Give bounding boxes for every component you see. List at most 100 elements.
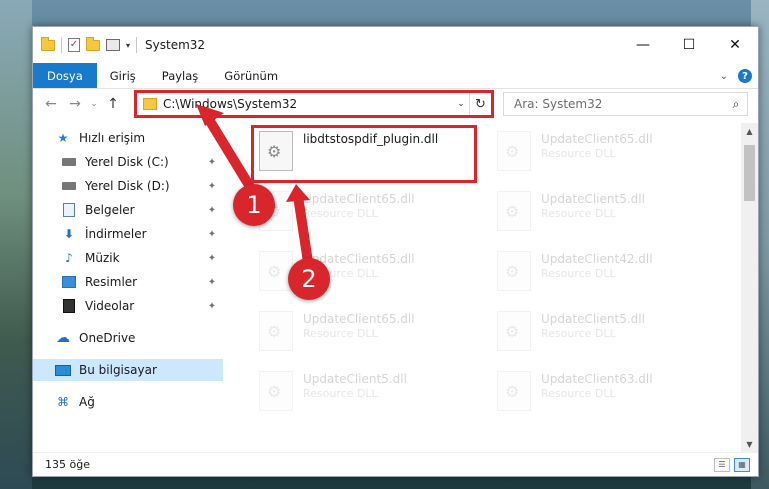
up-button[interactable]: ↑ xyxy=(101,96,125,112)
scroll-down-button[interactable]: ▼ xyxy=(741,436,758,453)
sidebar-item-label: OneDrive xyxy=(79,331,136,345)
tab-file[interactable]: Dosya xyxy=(33,63,97,88)
drive-icon xyxy=(61,155,77,169)
sidebar-item-label: Videolar xyxy=(85,299,135,313)
file-item[interactable]: UpdateClient5.dllResource DLL xyxy=(497,311,645,351)
large-icons-view-icon[interactable]: ▦ xyxy=(734,457,750,472)
file-item[interactable]: UpdateClient65.dllResource DLL xyxy=(259,191,415,231)
desktop-background-left xyxy=(0,0,32,489)
ribbon-right: ⌄ ? xyxy=(720,63,752,89)
file-type: Resource DLL xyxy=(303,207,378,220)
file-item[interactable]: UpdateClient42.dllResource DLL xyxy=(497,251,653,291)
scroll-up-button[interactable]: ▲ xyxy=(741,123,758,140)
navigation-bar: ← → ⌄ ↑ C:\Windows\System32 ⌄ ↻ Ara: Sys… xyxy=(33,89,758,119)
close-button[interactable]: ✕ xyxy=(712,27,758,63)
window-controls: — ☐ ✕ xyxy=(620,27,758,63)
window-title: System32 xyxy=(145,38,206,52)
status-bar: 135 öğe ☰ ▦ xyxy=(33,452,758,476)
sidebar-item-pictures[interactable]: Resimler ✦ xyxy=(33,271,223,293)
sidebar-item-local-disk-d[interactable]: Yerel Disk (D:) ✦ xyxy=(33,175,223,197)
sidebar-item-this-pc[interactable]: Bu bilgisayar xyxy=(33,359,223,381)
sidebar-item-network[interactable]: ⌘ Ağ xyxy=(33,391,223,413)
file-name: UpdateClient5.dll xyxy=(303,372,407,386)
search-input[interactable]: Ara: System32 xyxy=(514,97,725,111)
pin-icon[interactable]: ✦ xyxy=(201,229,223,240)
cloud-icon: ☁ xyxy=(56,330,70,346)
computer-icon xyxy=(55,363,71,377)
forward-button[interactable]: → xyxy=(63,96,87,112)
sidebar-item-music[interactable]: ♪ Müzik ✦ xyxy=(33,247,223,269)
search-icon[interactable]: ⌕ xyxy=(725,97,747,112)
file-type: Resource DLL xyxy=(541,327,616,340)
file-item-highlighted[interactable]: libdtstospdif_plugin.dll xyxy=(259,131,438,171)
pin-icon[interactable]: ✦ xyxy=(201,205,223,216)
minimize-button[interactable]: — xyxy=(620,27,666,63)
file-type: Resource DLL xyxy=(541,147,616,160)
sidebar-item-label: Müzik xyxy=(85,251,120,265)
explorer-window: ✓ ▾ System32 — ☐ ✕ Dosya Giriş Paylaş Gö… xyxy=(32,26,759,477)
sidebar-item-label: Yerel Disk (C:) xyxy=(85,155,169,169)
file-item[interactable]: UpdateClient65.dllResource DLL xyxy=(259,311,415,351)
new-folder-icon[interactable] xyxy=(86,36,100,51)
dll-file-icon xyxy=(497,311,531,351)
sidebar-item-label: Ağ xyxy=(79,395,95,409)
properties-check-icon[interactable]: ✓ xyxy=(68,38,80,52)
sidebar-item-downloads[interactable]: ⬇ İndirmeler ✦ xyxy=(33,223,223,245)
refresh-button[interactable]: ↻ xyxy=(469,93,491,115)
view-switcher: ☰ ▦ xyxy=(714,457,750,472)
file-type: Resource DLL xyxy=(303,387,378,400)
videos-icon xyxy=(61,299,77,313)
sidebar-item-label: İndirmeler xyxy=(85,227,147,241)
step-2-badge: 2 xyxy=(288,258,330,300)
file-name: UpdateClient65.dll xyxy=(541,132,653,146)
sidebar-item-quick-access[interactable]: ★ Hızlı erişim xyxy=(33,127,223,149)
details-view-icon[interactable]: ☰ xyxy=(714,457,730,472)
pin-icon[interactable]: ✦ xyxy=(201,301,223,312)
pin-icon[interactable]: ✦ xyxy=(201,157,223,168)
pin-icon[interactable]: ✦ xyxy=(201,181,223,192)
sidebar-item-documents[interactable]: Belgeler ✦ xyxy=(33,199,223,221)
dll-file-icon xyxy=(259,371,293,411)
sidebar-item-label: Bu bilgisayar xyxy=(79,363,157,377)
properties-icon[interactable] xyxy=(106,39,120,51)
customize-toolbar-icon[interactable]: ▾ xyxy=(126,41,130,50)
download-icon: ⬇ xyxy=(63,227,75,241)
back-button[interactable]: ← xyxy=(39,96,63,112)
pin-icon[interactable]: ✦ xyxy=(201,277,223,288)
ribbon-tabs: Dosya Giriş Paylaş Görünüm ⌄ ? xyxy=(33,63,758,89)
sidebar-item-videos[interactable]: Videolar ✦ xyxy=(33,295,223,317)
pin-icon[interactable]: ✦ xyxy=(201,253,223,264)
address-path[interactable]: C:\Windows\System32 xyxy=(163,97,453,111)
sidebar-item-local-disk-c[interactable]: Yerel Disk (C:) ✦ xyxy=(33,151,223,173)
scroll-thumb[interactable] xyxy=(744,145,755,201)
file-item[interactable]: UpdateClient5.dllResource DLL xyxy=(497,191,645,231)
file-name: UpdateClient5.dll xyxy=(541,192,645,206)
sidebar-item-onedrive[interactable]: ☁ OneDrive xyxy=(33,327,223,349)
divider xyxy=(61,37,62,53)
file-item[interactable]: UpdateClient65.dllResource DLL xyxy=(497,131,653,171)
folder-icon xyxy=(41,36,55,51)
help-icon[interactable]: ? xyxy=(738,69,752,83)
file-item[interactable]: UpdateClient65.dllResource DLL xyxy=(259,251,415,291)
tab-home[interactable]: Giriş xyxy=(97,63,149,88)
step-1-badge: 1 xyxy=(233,184,275,226)
address-bar[interactable]: C:\Windows\System32 ⌄ ↻ xyxy=(136,92,492,116)
maximize-button[interactable]: ☐ xyxy=(666,27,712,63)
file-item[interactable]: UpdateClient5.dllResource DLL xyxy=(259,371,407,411)
dll-file-icon xyxy=(497,131,531,171)
expand-ribbon-icon[interactable]: ⌄ xyxy=(720,71,728,82)
tab-view[interactable]: Görünüm xyxy=(211,63,291,88)
sidebar-item-label: Resimler xyxy=(85,275,138,289)
documents-icon xyxy=(61,203,77,217)
vertical-scrollbar[interactable]: ▲ ▼ xyxy=(741,123,758,453)
tab-share[interactable]: Paylaş xyxy=(149,63,212,88)
quick-access-toolbar: ✓ ▾ xyxy=(41,36,138,53)
dll-file-icon xyxy=(259,131,293,171)
address-dropdown-button[interactable]: ⌄ xyxy=(453,99,469,109)
file-item[interactable]: UpdateClient63.dllResource DLL xyxy=(497,371,653,411)
item-count: 135 öğe xyxy=(45,458,90,471)
network-icon: ⌘ xyxy=(57,395,69,409)
search-box[interactable]: Ara: System32 ⌕ xyxy=(503,92,748,116)
recent-locations-button[interactable]: ⌄ xyxy=(87,99,101,109)
star-icon: ★ xyxy=(57,131,69,145)
